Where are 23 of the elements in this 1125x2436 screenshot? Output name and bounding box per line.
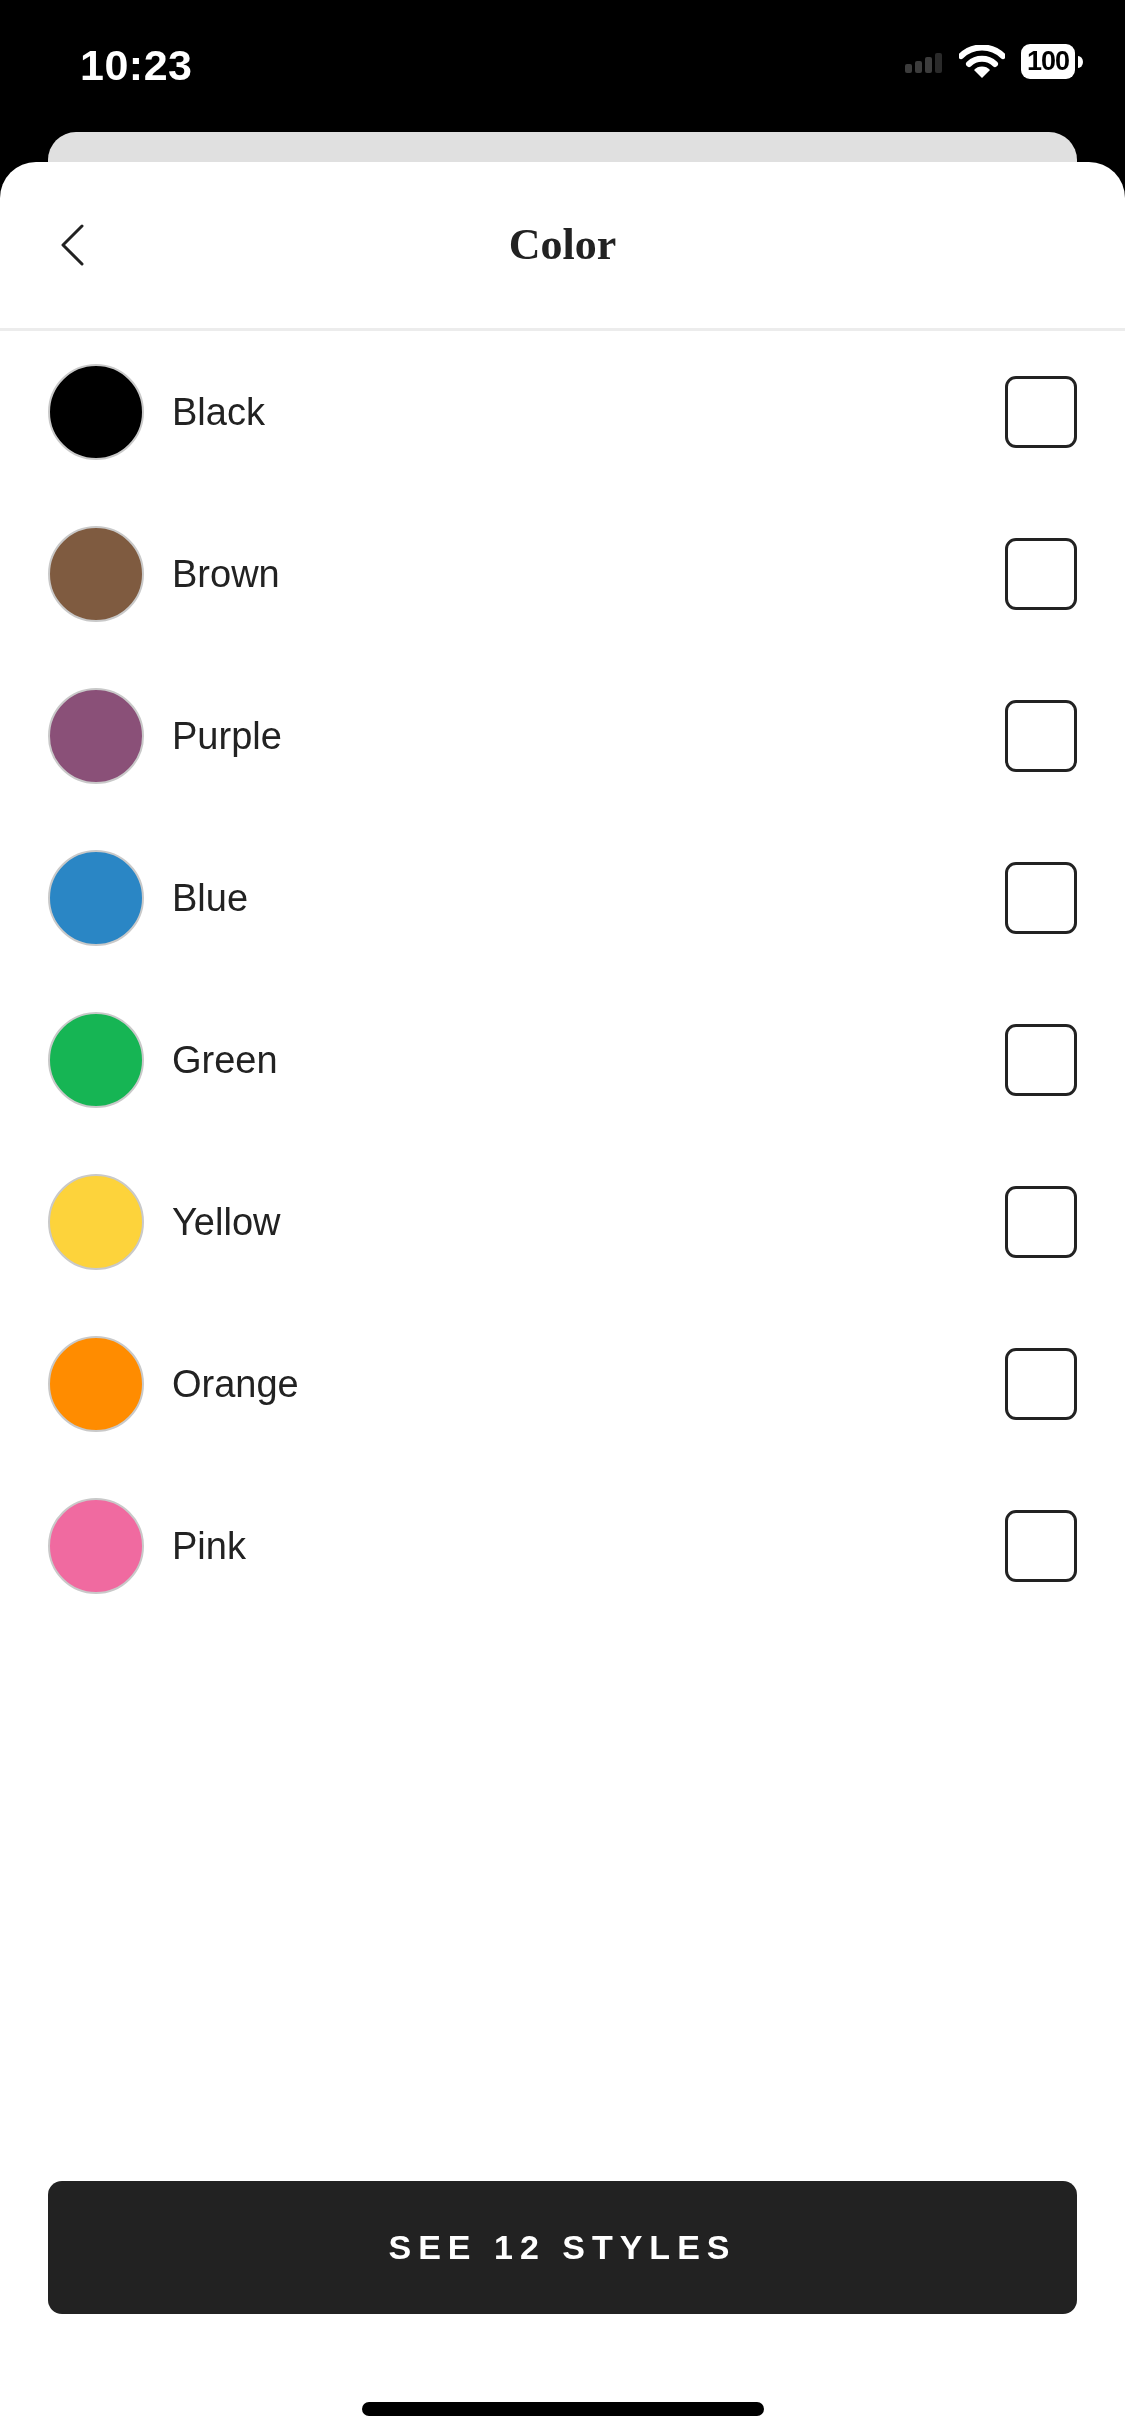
checkbox[interactable] <box>1005 1510 1077 1582</box>
screen-title: Color <box>508 218 617 271</box>
color-label: Green <box>172 1037 279 1083</box>
color-label: Blue <box>172 875 250 921</box>
back-chevron-icon <box>60 224 84 266</box>
checkbox[interactable] <box>1005 1186 1077 1258</box>
color-label: Brown <box>172 551 281 597</box>
wifi-icon <box>958 44 1005 79</box>
see-styles-button[interactable]: SEE 12 STYLES <box>48 2181 1077 2314</box>
color-label: Pink <box>172 1523 247 1569</box>
color-label: Purple <box>172 713 283 759</box>
color-label: Black <box>172 389 266 435</box>
checkbox[interactable] <box>1005 1024 1077 1096</box>
checkbox[interactable] <box>1005 862 1077 934</box>
checkbox[interactable] <box>1005 376 1077 448</box>
signal-icon <box>904 50 943 73</box>
color-label: Orange <box>172 1361 300 1407</box>
checkbox[interactable] <box>1005 700 1077 772</box>
color-label: Yellow <box>172 1199 282 1245</box>
battery-indicator: 100 <box>1020 44 1083 79</box>
status-time: 10:23 <box>80 44 193 87</box>
checkbox[interactable] <box>1005 538 1077 610</box>
checkbox[interactable] <box>1005 1348 1077 1420</box>
